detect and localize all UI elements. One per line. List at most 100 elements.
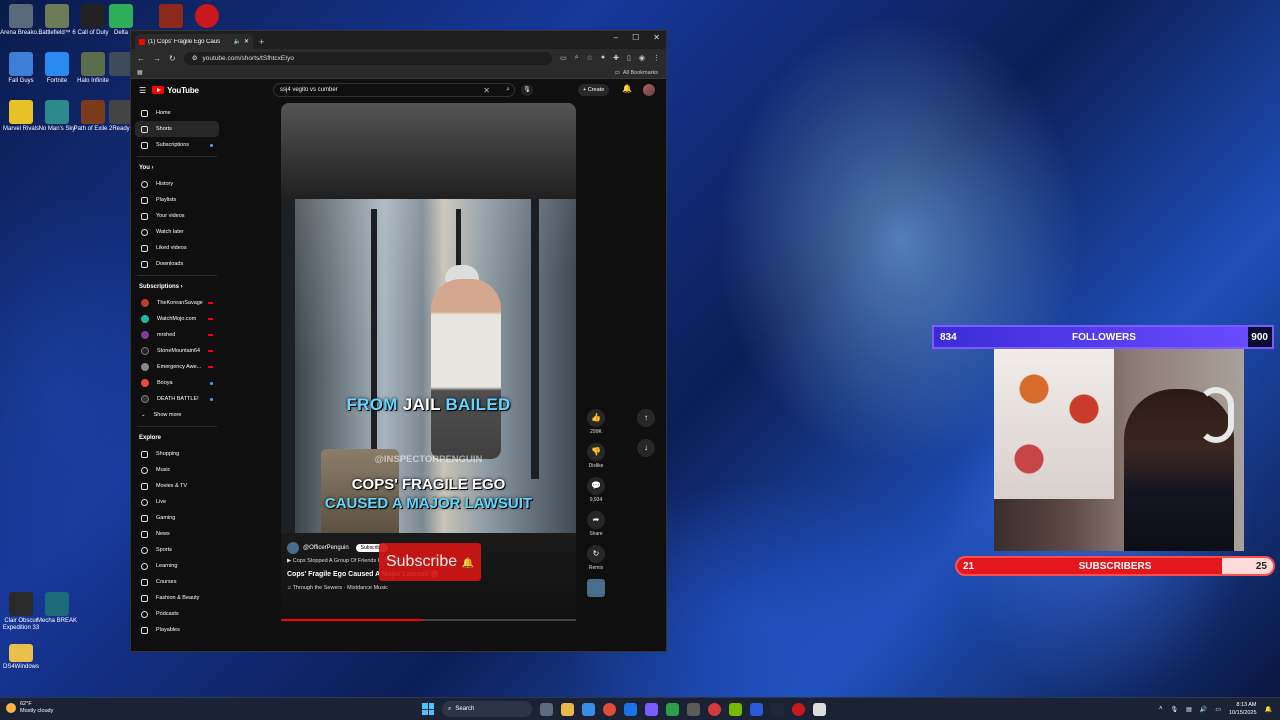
maximize-button[interactable]: ☐ — [632, 33, 639, 42]
install-icon[interactable]: ▭ — [560, 54, 567, 62]
dislike-button[interactable]: 👎 Dislike — [583, 443, 609, 469]
task-view-icon[interactable] — [540, 702, 553, 716]
sidebar-item-playlists[interactable]: Playlists — [135, 192, 219, 208]
audio-icon[interactable]: 🔈 — [233, 38, 240, 45]
shorts-player[interactable]: FROM JAIL BAILED @INSPECTORPENGUIN COPS'… — [281, 103, 576, 633]
sidebar-item-fashion[interactable]: Fashion & Beauty — [135, 590, 219, 606]
sidebar-item-podcasts[interactable]: Podcasts — [135, 606, 219, 622]
zoom-icon[interactable]: ⌕ — [575, 54, 579, 62]
outlook-icon[interactable] — [624, 702, 637, 716]
previous-short-button[interactable]: ↑ — [637, 409, 655, 427]
menu-kebab-icon[interactable]: ⋮ — [653, 54, 660, 62]
sidebar-item-movies[interactable]: Movies & TV — [135, 478, 219, 494]
notifications-icon[interactable]: 🔔 — [1265, 706, 1272, 713]
file-explorer-icon[interactable] — [561, 702, 574, 716]
sidebar-item-learning[interactable]: Learning — [135, 558, 219, 574]
extensions-puzzle-icon[interactable]: ✚ — [613, 54, 619, 62]
search-input[interactable]: ssj4 vegito vs cumber ✕ ⌕ — [273, 83, 515, 97]
network-icon[interactable]: ▤ — [1186, 706, 1192, 713]
apps-grid-icon[interactable]: ▦ — [137, 69, 143, 76]
notifications-bell-icon[interactable]: 🔔 — [622, 84, 632, 93]
sidebar-item-news[interactable]: News — [135, 526, 219, 542]
sidepanel-icon[interactable]: ▯ — [627, 54, 631, 62]
desktop-icon[interactable]: Mecha BREAK — [36, 592, 78, 625]
desktop-icon[interactable] — [186, 4, 228, 30]
channel-avatar[interactable] — [287, 542, 299, 554]
sidebar-item-shorts[interactable]: Shorts — [135, 121, 219, 137]
close-window-button[interactable]: ✕ — [653, 33, 660, 42]
close-tab-icon[interactable]: ✕ — [244, 38, 249, 45]
app-icon[interactable] — [792, 702, 805, 716]
bookmark-star-icon[interactable]: ☆ — [587, 54, 593, 62]
clear-search-icon[interactable]: ✕ — [483, 86, 490, 95]
search-icon[interactable]: ⌕ — [506, 86, 510, 94]
channel-name[interactable]: @OfficerPenguin — [303, 545, 349, 551]
sidebar-item-channel[interactable]: StoneMountain64 — [135, 343, 219, 359]
sidebar-item-downloads[interactable]: Downloads — [135, 256, 219, 272]
microphone-icon[interactable]: 🎙 — [521, 84, 533, 96]
sidebar-item-courses[interactable]: Courses — [135, 574, 219, 590]
chrome-icon[interactable] — [603, 702, 616, 716]
sidebar-item-shopping[interactable]: Shopping — [135, 446, 219, 462]
steam-icon[interactable] — [771, 702, 784, 716]
sidebar-item-channel[interactable]: mrshed — [135, 327, 219, 343]
sidebar-item-channel[interactable]: DEATH BATTLE! — [135, 391, 219, 407]
sidebar-section-subscriptions[interactable]: Subscriptions › — [135, 279, 219, 295]
sidebar-item-home[interactable]: Home — [135, 105, 219, 121]
sidebar-item-subscriptions[interactable]: Subscriptions — [135, 137, 219, 153]
chevron-up-icon[interactable]: ˄ — [1159, 706, 1163, 712]
taskbar-search[interactable]: ⌕ Search — [442, 701, 532, 717]
sidebar-item-history[interactable]: History — [135, 176, 219, 192]
youtube-logo[interactable]: YouTube — [152, 86, 199, 95]
share-button[interactable]: ➦ Share — [583, 511, 609, 537]
minimize-button[interactable]: – — [614, 33, 618, 42]
all-bookmarks-link[interactable]: All Bookmarks — [623, 70, 658, 76]
forward-button[interactable]: → — [153, 54, 161, 63]
sidebar-item-channel[interactable]: TheKoreanSavage — [135, 295, 219, 311]
app-icon[interactable] — [813, 702, 826, 716]
xbox-icon[interactable] — [666, 702, 679, 716]
desktop-icon[interactable]: DS4Windows — [0, 644, 42, 671]
comments-button[interactable]: 💬 9,934 — [583, 477, 609, 503]
sidebar-item-watch-later[interactable]: Watch later — [135, 224, 219, 240]
volume-icon[interactable]: 🔊 — [1200, 706, 1207, 713]
video-frame[interactable]: FROM JAIL BAILED @INSPECTORPENGUIN COPS'… — [281, 199, 576, 533]
sidebar-item-live[interactable]: Live — [135, 494, 219, 510]
music-attribution[interactable]: ♫ Through the Sewers · Mistdance Music — [287, 585, 570, 591]
sidebar-item-gaming[interactable]: Gaming — [135, 510, 219, 526]
app-icon[interactable] — [750, 702, 763, 716]
store-icon[interactable] — [582, 702, 595, 716]
back-button[interactable]: ← — [137, 54, 145, 63]
app-icon[interactable] — [687, 702, 700, 716]
new-tab-button[interactable]: + — [259, 37, 264, 47]
address-bar[interactable]: ⚙ youtube.com/shorts/tSfhtcxEIyo — [183, 51, 553, 65]
remix-button[interactable]: ↻ Remix — [583, 545, 609, 571]
microphone-icon[interactable]: 🎙 — [1171, 706, 1179, 713]
profile-icon[interactable]: ◉ — [639, 54, 645, 62]
sidebar-item-sports[interactable]: Sports — [135, 542, 219, 558]
start-button[interactable] — [422, 703, 434, 715]
next-short-button[interactable]: ↓ — [637, 439, 655, 457]
weather-widget[interactable]: 62°F Mostly cloudy — [6, 701, 53, 715]
obs-icon[interactable] — [708, 702, 721, 716]
discord-icon[interactable] — [645, 702, 658, 716]
avatar[interactable] — [643, 84, 655, 96]
browser-tab[interactable]: (1) Cops' Fragile Ego Caus 🔈 ✕ — [135, 34, 253, 49]
hamburger-menu-icon[interactable]: ☰ — [139, 86, 146, 95]
clock[interactable]: 8:13 AM 10/15/2025 — [1229, 701, 1257, 717]
sidebar-item-channel[interactable]: Booya — [135, 375, 219, 391]
like-button[interactable]: 👍 299K — [583, 409, 609, 435]
sidebar-item-channel[interactable]: Emergency Awe... — [135, 359, 219, 375]
sidebar-item-music[interactable]: Music — [135, 462, 219, 478]
sound-thumbnail[interactable] — [583, 579, 609, 597]
sidebar-item-channel[interactable]: WatchMojo.com — [135, 311, 219, 327]
sidebar-item-liked-videos[interactable]: Liked videos — [135, 240, 219, 256]
extension-icon[interactable]: ● — [601, 54, 605, 62]
reload-button[interactable]: ↻ — [169, 54, 176, 63]
create-button[interactable]: + Create — [578, 84, 610, 96]
sidebar-item-playables[interactable]: Playables — [135, 622, 219, 638]
site-info-icon[interactable]: ⚙ — [192, 54, 198, 62]
nvidia-icon[interactable] — [729, 702, 742, 716]
battery-icon[interactable]: ▭ — [1215, 706, 1221, 713]
sidebar-section-you[interactable]: You › — [135, 160, 219, 176]
